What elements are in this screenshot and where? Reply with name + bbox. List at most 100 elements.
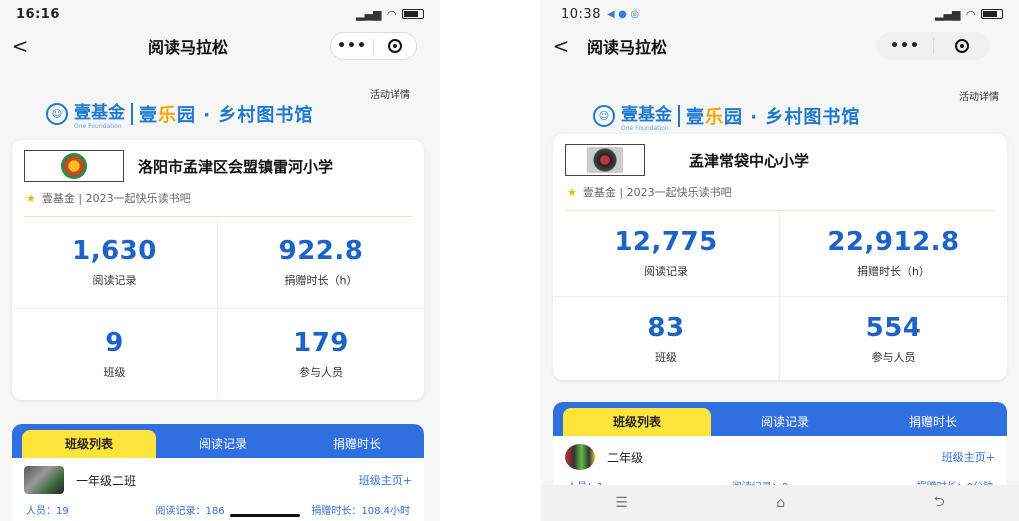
page-title: 阅读马拉松 [587,38,668,57]
status-icons: ▂▄▆ ◠ [356,8,424,21]
program-line: ★ 壹基金 | 2023一起快乐读书吧 [12,186,424,216]
one-foundation-logo-icon: ☺ [46,103,68,125]
target-icon [388,39,402,53]
stats-grid: 1,630 阅读记录 922.8 捐赠时长（h） 9 班级 179 参与人员 [12,217,424,399]
back-button[interactable]: < [0,34,40,58]
school-header: 孟津常袋中心小学 [553,134,1007,180]
tab-donated-hours[interactable]: 捐赠时长 [290,430,424,458]
more-menu-button[interactable]: ••• [331,38,373,54]
stat-value: 922.8 [278,236,364,267]
tab-class-list[interactable]: 班级列表 [563,408,711,436]
banner-divider [131,103,133,125]
status-left: 10:38 ◀ ● ◎ [561,7,639,22]
stat-value: 22,912.8 [827,227,960,258]
program-suffix: 园 · 乡村图书馆 [724,107,861,128]
stat-participants: 554 参与人员 [780,297,1007,382]
home-icon[interactable]: ⌂ [776,495,785,511]
stat-donated-hours: 922.8 捐赠时长（h） [218,217,424,309]
home-indicator[interactable] [230,514,300,517]
stat-value: 9 [105,327,124,358]
school-photo [587,147,623,173]
status-bar: 10:38 ◀ ● ◎ ▂▄▆ ◠ [541,0,1019,28]
class-meta: 人员：19 阅读记录：186 捐赠时长：108.4小时 [12,502,424,517]
class-people: 人员：19 [26,506,69,517]
back-button[interactable]: < [541,34,581,58]
phone-left: 16:16 ▂▄▆ ◠ < 阅读马拉松 ••• 活动详情 ☺ 壹基金 One F… [0,0,440,521]
close-mini-program-button[interactable] [374,39,416,53]
wifi-icon: ◠ [387,7,396,21]
school-emblem-icon [61,153,87,179]
program-text: 壹基金 | 2023一起快乐读书吧 [41,192,191,205]
stat-value: 83 [647,312,685,343]
tab-bar: 班级列表 阅读记录 捐赠时长 [553,402,1007,436]
program-prefix: 壹 [686,107,705,128]
program-banner: ☺ 壹基金 One Foundation 壹乐园 · 乡村图书馆 [46,98,313,130]
battery-icon [981,9,1003,19]
program-text: 壹基金 | 2023一起快乐读书吧 [582,186,732,199]
tab-donated-hours[interactable]: 捐赠时长 [859,408,1007,436]
mini-program-capsule: ••• [330,32,417,60]
class-avatar [565,444,595,470]
foundation-name: 壹基金 One Foundation [74,98,125,130]
stat-participants: 179 参与人员 [218,309,424,400]
stat-value: 12,775 [614,227,718,258]
status-time: 16:16 [16,6,60,22]
class-name: 一年级二班 [76,473,137,488]
stat-label: 班级 [651,346,677,364]
back-nav-icon[interactable]: ⮌ [934,491,945,515]
status-bar: 16:16 ▂▄▆ ◠ [0,0,440,28]
stat-label: 班级 [99,361,126,379]
phone-right: 10:38 ◀ ● ◎ ▂▄▆ ◠ < 阅读马拉松 ••• 活动详情 ☺ 壹基金 [541,0,1019,521]
more-menu-button[interactable]: ••• [877,38,933,54]
recent-apps-icon[interactable]: ☰ [615,495,628,511]
class-name: 二年级 [607,450,644,465]
close-mini-program-button[interactable] [934,39,990,53]
status-time: 10:38 [561,6,601,22]
school-card: 洛阳市孟津区会盟镇雷河小学 ★ 壹基金 | 2023一起快乐读书吧 1,630 … [12,140,424,400]
school-logo [24,150,124,182]
class-row[interactable]: 二年级 班级主页+ [553,436,1007,478]
tab-reading-records[interactable]: 阅读记录 [156,430,290,458]
notification-icons: ◀ ● ◎ [606,8,640,20]
foundation-name-zh: 壹基金 [74,103,125,123]
signal-icon: ▂▄▆ [356,7,382,21]
program-le: 乐 [705,107,724,128]
program-name: 壹乐园 · 乡村图书馆 [686,103,860,129]
star-icon: ★ [567,185,577,199]
star-icon: ★ [26,191,36,205]
program-suffix: 园 · 乡村图书馆 [177,105,314,126]
class-list-panel: 班级列表 阅读记录 捐赠时长 一年级二班 班级主页+ 人员：19 阅读记录：18… [12,424,424,521]
school-header: 洛阳市孟津区会盟镇雷河小学 [12,140,424,186]
stat-value: 1,630 [72,236,157,267]
stat-label: 阅读记录 [640,261,688,279]
stats-grid: 12,775 阅读记录 22,912.8 捐赠时长（h） 83 班级 554 参… [553,211,1007,381]
activity-details-link[interactable]: 活动详情 [370,86,410,101]
system-nav-bar: ☰ ⌂ ⮌ [541,485,1019,521]
tab-class-list[interactable]: 班级列表 [22,430,156,458]
tab-reading-records[interactable]: 阅读记录 [711,408,859,436]
class-row[interactable]: 一年级二班 班级主页+ [12,458,424,502]
wifi-icon: ◠ [966,7,975,21]
target-icon [955,39,969,53]
one-foundation-logo-icon: ☺ [593,105,615,127]
class-homepage-link[interactable]: 班级主页+ [359,472,412,488]
program-le: 乐 [158,105,177,126]
program-name: 壹乐园 · 乡村图书馆 [139,101,313,127]
signal-icon: ▂▄▆ [935,7,961,21]
foundation-name-en: One Foundation [621,125,669,132]
stat-reading-records: 12,775 阅读记录 [553,211,780,297]
banner-divider [678,105,680,127]
stat-label: 参与人员 [295,361,343,379]
screenshot-canvas: 16:16 ▂▄▆ ◠ < 阅读马拉松 ••• 活动详情 ☺ 壹基金 One F… [0,0,1019,521]
stat-reading-records: 1,630 阅读记录 [12,217,218,309]
activity-details-link[interactable]: 活动详情 [959,88,999,103]
nav-bar: < 阅读马拉松 ••• [541,30,1019,62]
school-card: 孟津常袋中心小学 ★ 壹基金 | 2023一起快乐读书吧 12,775 阅读记录… [553,134,1007,381]
school-name: 洛阳市孟津区会盟镇雷河小学 [138,157,334,176]
class-homepage-link[interactable]: 班级主页+ [942,449,995,465]
battery-icon [402,9,424,19]
stat-label: 捐赠时长（h） [853,261,930,279]
mini-program-capsule: ••• [877,32,990,60]
program-prefix: 壹 [139,105,158,126]
school-name: 孟津常袋中心小学 [689,151,810,170]
